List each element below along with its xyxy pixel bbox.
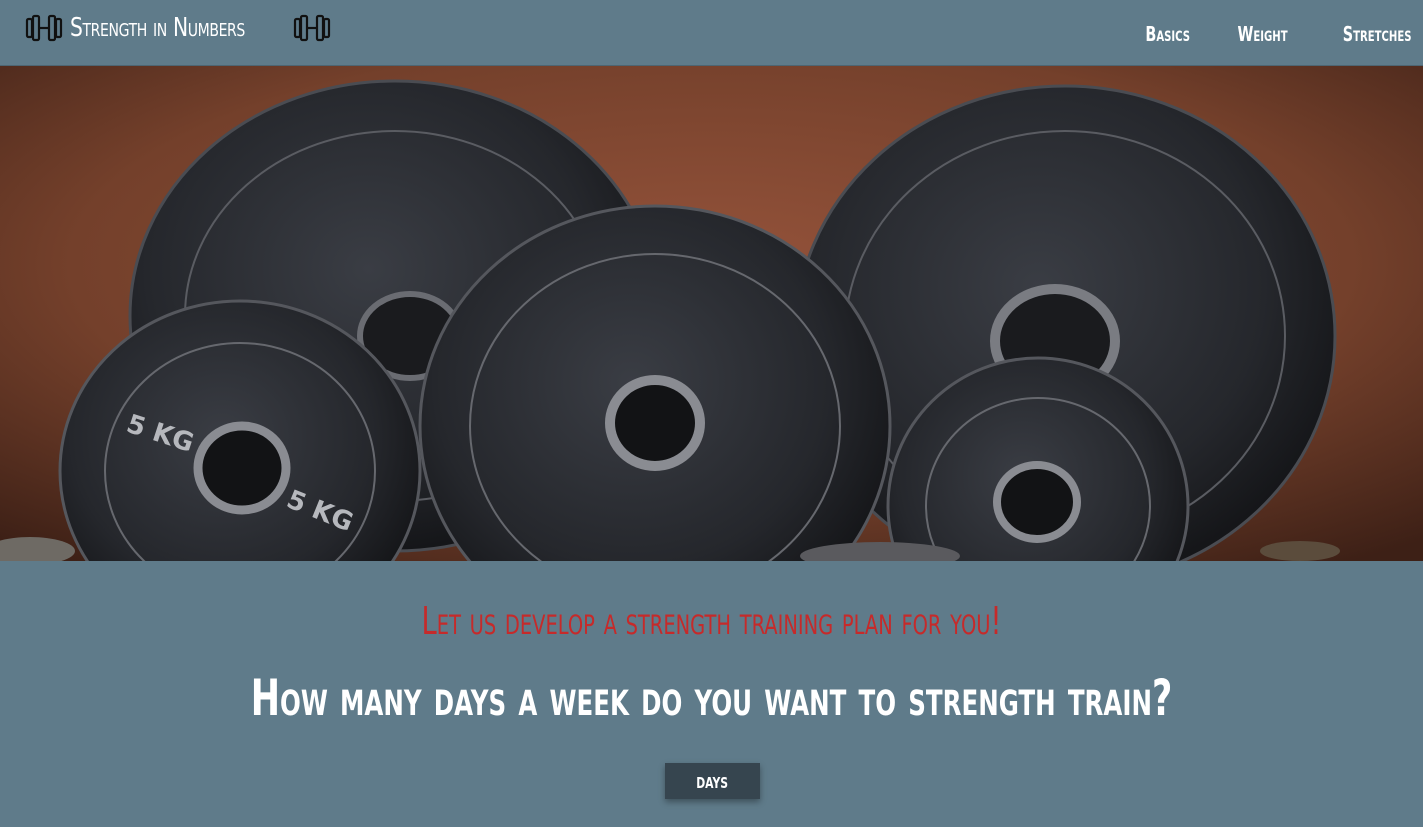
nav-link-weight[interactable]: Weight (1237, 22, 1287, 46)
days-button[interactable]: days (665, 763, 760, 799)
navbar: Strength in Numbers Basics Weight Stretc… (0, 0, 1423, 66)
weight-plates-photo: 5 KG 5 KG (0, 66, 1423, 561)
subtitle: Let us develop a strength training plan … (421, 599, 1002, 643)
main-content: Let us develop a strength training plan … (0, 561, 1423, 827)
nav-links: Basics Weight Stretches (1128, 22, 1411, 46)
days-button-label: days (696, 769, 729, 793)
question-heading: How many days a week do you want to stre… (250, 669, 1173, 727)
dumbbell-icon (293, 14, 331, 42)
nav-link-basics[interactable]: Basics (1145, 22, 1190, 46)
brand-title[interactable]: Strength in Numbers (70, 13, 245, 43)
nav-link-stretches[interactable]: Stretches (1342, 22, 1411, 46)
hero-image: 5 KG 5 KG (0, 66, 1423, 561)
dumbbell-icon (25, 14, 63, 42)
brand[interactable]: Strength in Numbers (24, 8, 332, 48)
